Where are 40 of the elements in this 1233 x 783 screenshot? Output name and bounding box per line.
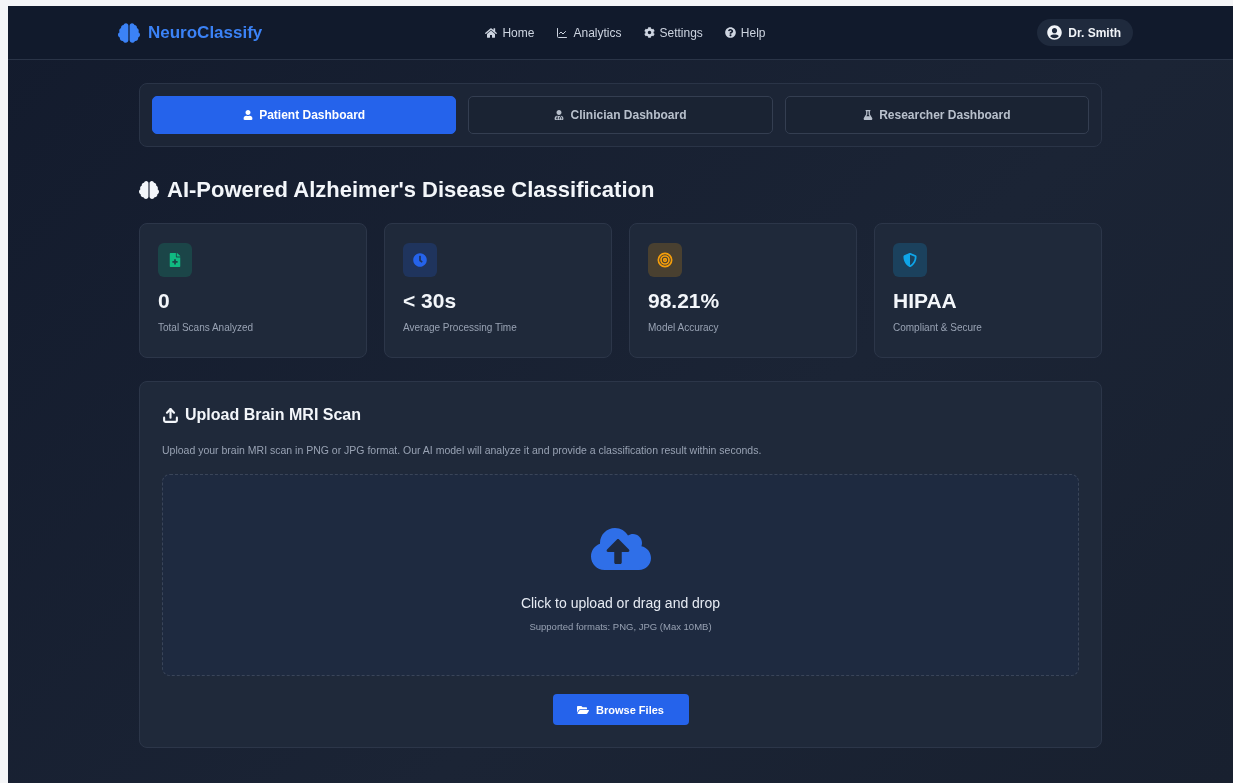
upload-description: Upload your brain MRI scan in PNG or JPG format. Our AI model will analyze it and provide a classification result within seconds. [162, 444, 763, 456]
folder-icon [577, 703, 590, 716]
target-icon [657, 252, 673, 268]
dashboard-tab[interactable]: Researcher Dashboard [784, 96, 1089, 134]
browse-files-button[interactable]: Browse Files [552, 694, 689, 725]
upload-icon [162, 406, 179, 424]
nav-link[interactable]: Analytics [556, 25, 622, 40]
brain-icon [118, 21, 140, 44]
help-icon [724, 27, 736, 38]
user-icon [243, 110, 254, 120]
upload-dropzone[interactable]: Click to upload or drag and drop Supported formats: PNG, JPG (Max 10MB) [162, 474, 1079, 676]
shield-icon [903, 253, 917, 267]
stat-label: Compliant & Secure [893, 322, 983, 333]
page-title: AI-Powered Alzheimer's Disease Classification [167, 177, 655, 203]
upload-title: Upload Brain MRI Scan [185, 406, 362, 424]
stat-value: HIPAA [893, 289, 958, 313]
stat-value: < 30s [403, 289, 458, 313]
user-menu[interactable]: Dr. Smith [1037, 19, 1133, 46]
dropzone-prompt: Click to upload or drag and drop [520, 594, 721, 611]
doctor-icon [554, 110, 565, 120]
stat-label: Total Scans Analyzed [158, 322, 255, 333]
brand-name: NeuroClassify [148, 22, 263, 43]
stat-value: 98.21% [648, 289, 721, 313]
settings-icon [643, 27, 655, 38]
stat-label: Model Accuracy [648, 322, 720, 333]
avatar-icon [1047, 25, 1063, 40]
medical-file-icon [168, 253, 182, 267]
flask-icon [863, 110, 874, 120]
nav-link[interactable]: Home [485, 25, 535, 40]
dashboard-tab[interactable]: Patient Dashboard [152, 96, 457, 134]
stat-value: 0 [158, 289, 171, 313]
clock-icon [413, 253, 427, 267]
home-icon [485, 26, 498, 39]
dashboard-tab[interactable]: Clinician Dashboard [468, 96, 773, 134]
nav-link[interactable]: Settings [643, 25, 703, 40]
dropzone-hint: Supported formats: PNG, JPG (Max 10MB) [529, 620, 712, 632]
stat-label: Average Processing Time [403, 322, 518, 333]
nav-link[interactable]: Help [724, 25, 766, 40]
line-chart-icon [556, 26, 569, 39]
brain-icon [139, 180, 159, 200]
